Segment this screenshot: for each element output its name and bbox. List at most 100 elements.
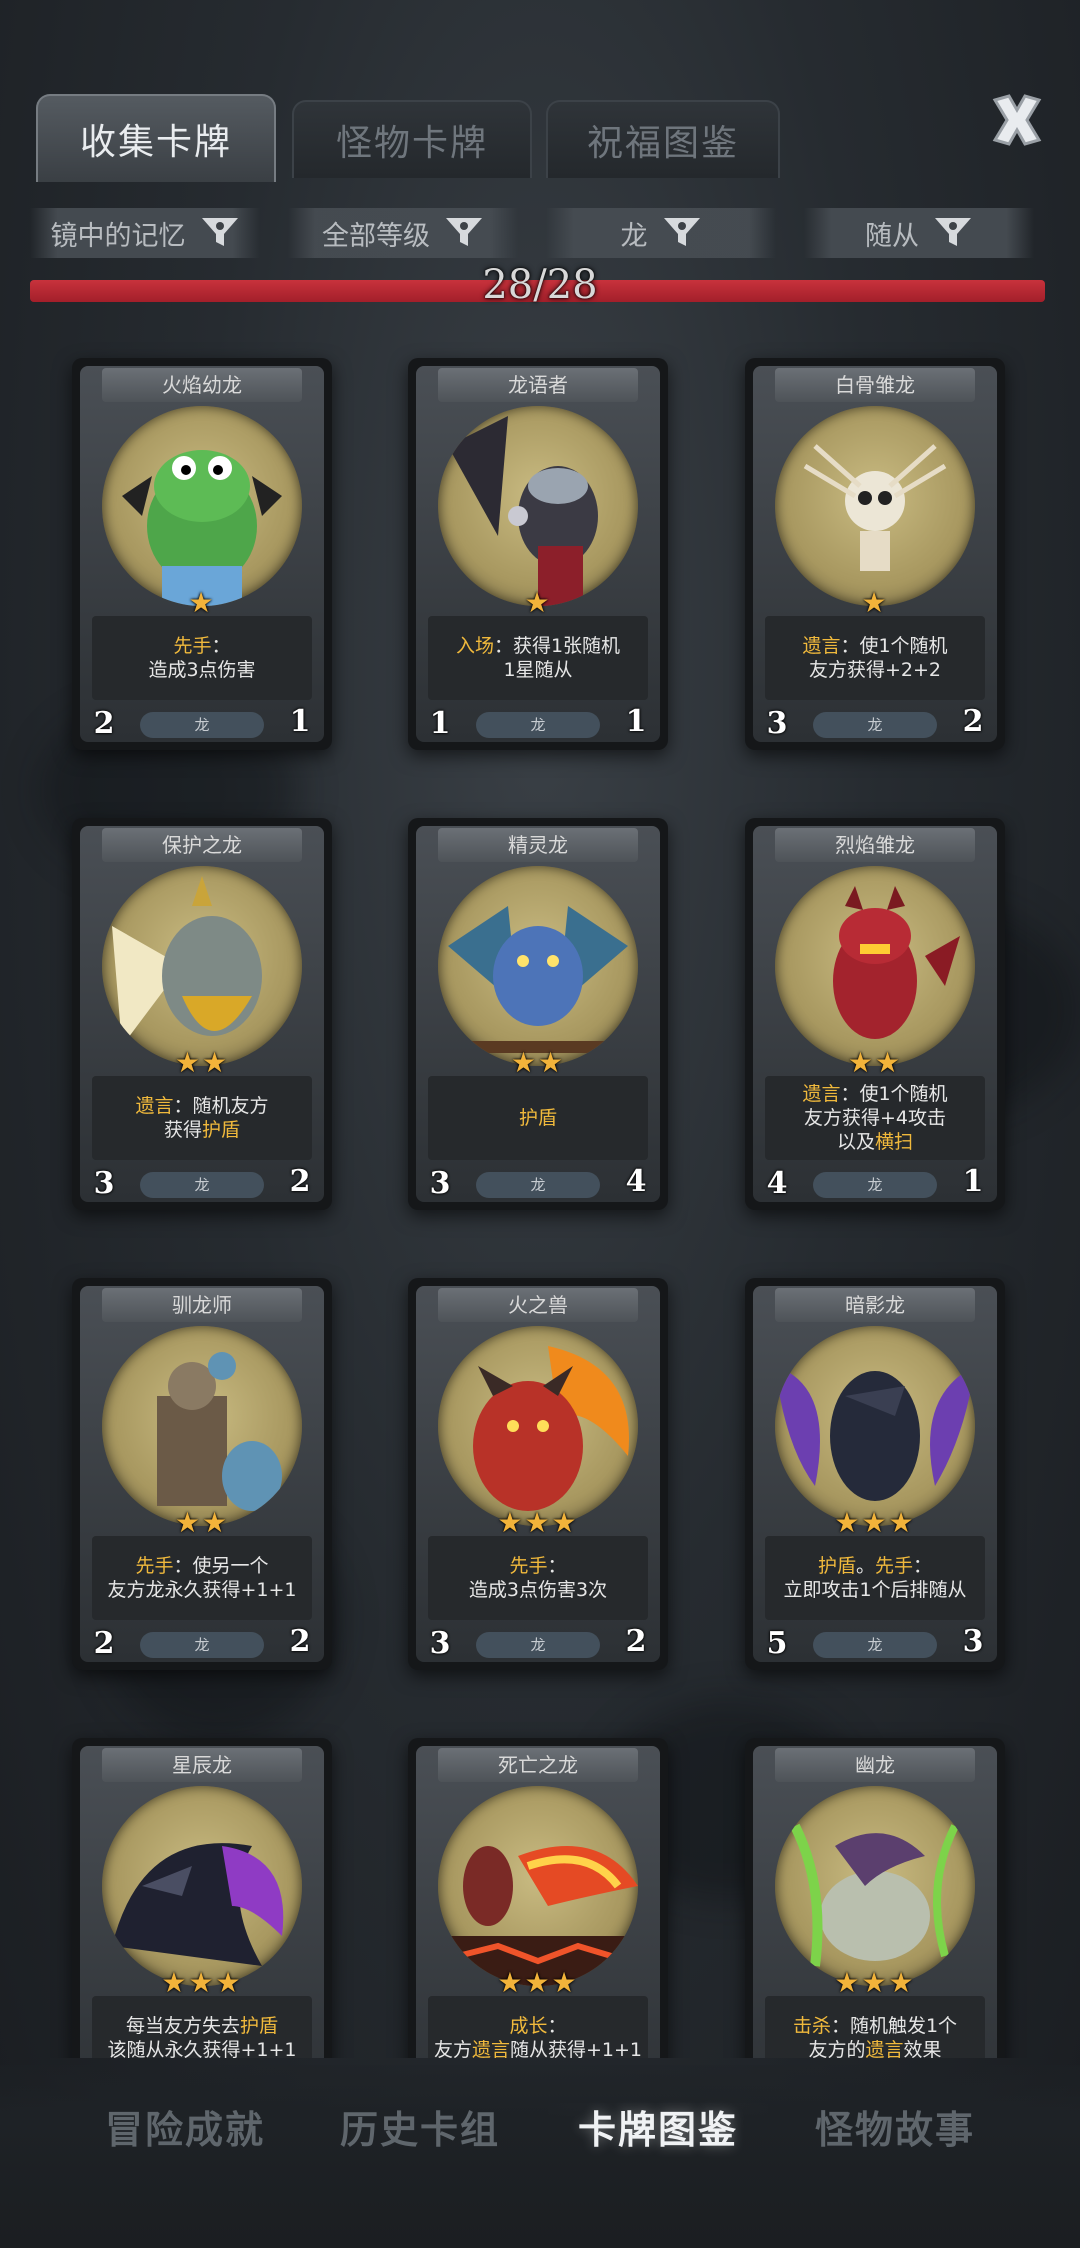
keyword: 护盾	[518, 1107, 557, 1129]
attack-value: 5	[757, 1622, 797, 1666]
description-line: 友方获得+4攻击	[804, 1106, 946, 1130]
card-description: 护盾	[428, 1076, 648, 1160]
health-value: 1	[951, 1160, 995, 1204]
health-value: 2	[951, 700, 995, 744]
description-text: ：使另一个	[173, 1555, 269, 1577]
card-portrait	[102, 1786, 302, 1986]
card-ghost-dragon[interactable]: 幽龙 ★★★ 击杀：随机触发1个 友方的遗言效果	[745, 1738, 1005, 2058]
nav-history-decks[interactable]: 历史卡组	[330, 2095, 510, 2165]
description-line: 该随从永久获得+1+1	[107, 2038, 296, 2058]
card-green-dragon[interactable]: 火焰幼龙 ★ 先手： 造成3点伤害龙 2 1	[72, 358, 332, 750]
card-portrait	[102, 1326, 302, 1526]
keyword: 先手	[135, 1555, 174, 1577]
star-rating: ★★★	[161, 1966, 243, 1999]
health-value: 1	[278, 700, 322, 744]
card-description: 每当友方失去护盾 该随从永久获得+1+1	[92, 1996, 312, 2058]
card-name: 幽龙	[775, 1748, 975, 1782]
star-rating: ★★	[174, 1046, 230, 1079]
card-name: 暗影龙	[775, 1288, 975, 1322]
description-line: 遗言：使1个随机	[802, 1082, 947, 1106]
description-line: 遗言：随机友方	[135, 1094, 268, 1118]
guardian-dragon-art	[112, 876, 262, 1046]
description-line: 立即攻击1个后排随从	[783, 1578, 966, 1602]
filter-type[interactable]: 随从	[804, 208, 1034, 258]
race-tag: 龙	[476, 712, 600, 738]
nav-card-codex[interactable]: 卡牌图鉴	[548, 2095, 768, 2165]
card-guardian-dragon[interactable]: 保护之龙 ★★ 遗言：随机友方 获得护盾龙 3 2	[72, 818, 332, 1210]
attack-value: 4	[757, 1162, 797, 1206]
description-text: 随从获得+1+1	[510, 2039, 643, 2058]
dragon-speaker-art	[448, 416, 598, 606]
card-fairy-dragon[interactable]: 精灵龙 ★★ 护盾龙 3 4	[408, 818, 668, 1210]
card-dragon-speaker[interactable]: 龙语者 ★ 入场：获得1张随机 1星随从龙 1 1	[408, 358, 668, 750]
description-line: 友方遗言随从获得+1+1	[434, 2038, 642, 2058]
description-line: 友方龙永久获得+1+1	[107, 1578, 296, 1602]
health-value: 3	[951, 1620, 995, 1664]
description-text: 造成3点伤害3次	[468, 1579, 608, 1601]
description-line: 先手：使另一个	[135, 1554, 268, 1578]
description-line: 先手：	[509, 1554, 566, 1578]
race-tag: 龙	[140, 1172, 264, 1198]
top-tab-bar: 收集卡牌 怪物卡牌 祝福图鉴	[0, 0, 1080, 182]
flame-dragon-art	[833, 886, 960, 1039]
keyword: 先手	[875, 1555, 914, 1577]
health-value: 4	[614, 1160, 658, 1204]
description-text: ：	[547, 1555, 567, 1577]
description-text: ：获得1张随机	[493, 635, 621, 657]
card-description: 护盾。先手： 立即攻击1个后排随从	[765, 1536, 985, 1620]
description-line: 友方的遗言效果	[808, 2038, 941, 2058]
keyword: 先手	[173, 635, 212, 657]
health-value: 1	[614, 700, 658, 744]
card-flame-dragon[interactable]: 烈焰雏龙 ★★ 遗言：使1个随机 友方获得+4攻击 以及横扫龙 4 1	[745, 818, 1005, 1210]
card-bone-dragon[interactable]: 白骨雏龙 ★ 遗言：使1个随机 友方获得+2+2 龙 3 2	[745, 358, 1005, 750]
star-rating: ★	[524, 586, 552, 619]
description-line: 友方获得+2+2	[809, 658, 941, 682]
card-description: 成长： 友方遗言随从获得+1+1	[428, 1996, 648, 2058]
filter-label: 全部等级	[322, 220, 430, 252]
description-line: 造成3点伤害	[148, 658, 255, 682]
card-fire-beast[interactable]: 火之兽 ★★★ 先手： 造成3点伤害3次龙 3 2	[408, 1278, 668, 1670]
card-dragon-tamer[interactable]: 驯龙师 ★★ 先手：使另一个 友方龙永久获得+1+1 龙 2 2	[72, 1278, 332, 1670]
keyword: 护盾	[240, 2015, 279, 2037]
card-star-dragon[interactable]: 星辰龙 ★★★ 每当友方失去护盾 该随从永久获得+1+1	[72, 1738, 332, 2058]
card-portrait	[775, 1786, 975, 1986]
filter-label: 随从	[865, 220, 919, 252]
health-value: 2	[614, 1620, 658, 1664]
card-portrait	[102, 406, 302, 606]
keyword: 遗言	[802, 635, 841, 657]
tab-label: 收集卡牌	[79, 122, 232, 163]
tab-collect-cards[interactable]: 收集卡牌	[36, 94, 276, 182]
card-death-dragon[interactable]: 死亡之龙 ★★★ 成长： 友方遗言随从获得+1+1	[408, 1738, 668, 2058]
description-text: 效果	[903, 2039, 942, 2058]
health-value: 2	[278, 1160, 322, 1204]
card-shadow-dragon[interactable]: 暗影龙 ★★★ 护盾。先手： 立即攻击1个后排随从龙 5 3	[745, 1278, 1005, 1670]
race-tag: 龙	[140, 1632, 264, 1658]
health-value: 2	[278, 1620, 322, 1664]
description-line: 成长：	[509, 2014, 566, 2038]
description-text: 该随从永久获得+1+1	[107, 2039, 297, 2058]
star-rating: ★★	[510, 1046, 566, 1079]
keyword: 遗言	[471, 2039, 510, 2058]
star-rating: ★★★	[834, 1966, 916, 1999]
tab-blessing-codex[interactable]: 祝福图鉴	[546, 100, 780, 178]
description-text: 友方获得+4攻击	[803, 1107, 946, 1129]
close-button[interactable]	[985, 88, 1049, 152]
nav-monster-stories[interactable]: 怪物故事	[805, 2095, 985, 2165]
filter-memory-mirror[interactable]: 镜中的记忆	[30, 208, 260, 258]
card-grid: 火焰幼龙 ★ 先手： 造成3点伤害龙 2 1 龙语者 ★ 入场：获得1张随机 1星随从龙 1 1 白骨雏…	[0, 330, 1080, 2058]
description-text: 友方龙永久获得+1+1	[107, 1579, 297, 1601]
card-description: 先手： 造成3点伤害3次	[428, 1536, 648, 1620]
description-text: 友方	[433, 2039, 472, 2058]
tab-monster-cards[interactable]: 怪物卡牌	[292, 100, 532, 178]
attack-value: 1	[420, 702, 460, 746]
filter-all-levels[interactable]: 全部等级	[288, 208, 518, 258]
bone-dragon-art	[803, 444, 947, 571]
card-portrait	[775, 866, 975, 1066]
description-text: 友方的	[808, 2039, 866, 2058]
funnel-icon	[201, 218, 238, 246]
race-tag: 龙	[476, 1632, 600, 1658]
filter-race[interactable]: 龙	[546, 208, 776, 258]
nav-adventure-achievements[interactable]: 冒险成就	[95, 2095, 275, 2165]
funnel-icon	[663, 218, 700, 246]
card-portrait	[775, 1326, 975, 1526]
